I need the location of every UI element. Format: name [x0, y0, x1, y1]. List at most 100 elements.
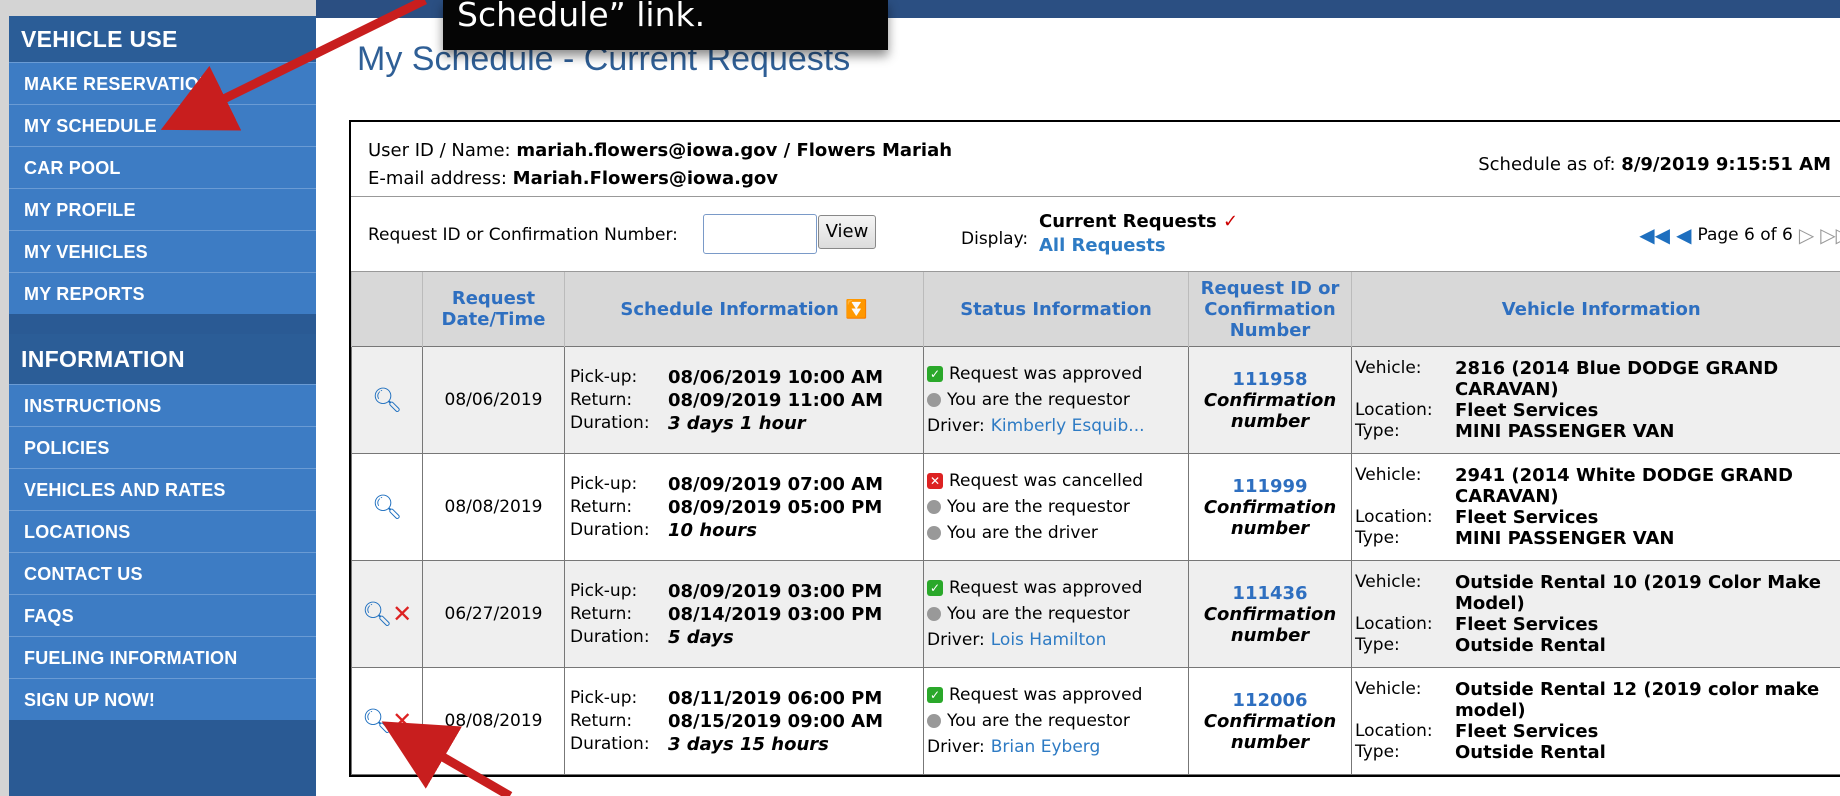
sidebar-item-make-reservation[interactable]: MAKE RESERVATION: [9, 62, 316, 104]
requestor-icon: [927, 500, 941, 514]
pickup-label: Pick-up:: [570, 580, 638, 601]
sidebar-item-sign-up-now[interactable]: SIGN UP NOW!: [9, 678, 316, 720]
pickup-label: Pick-up:: [570, 687, 638, 708]
view-button[interactable]: View: [818, 215, 876, 249]
vehicle-value: 2941 (2014 White DODGE GRAND CARAVAN): [1455, 465, 1793, 507]
schedule-as-of-label: Schedule as of:: [1478, 154, 1622, 175]
type-label: Type:: [1355, 635, 1400, 655]
return-value: 08/09/2019 05:00 PM: [668, 496, 883, 518]
requestor-text: You are the requestor: [947, 390, 1130, 410]
check-icon: ✓: [927, 687, 943, 703]
sidebar-item-my-schedule[interactable]: MY SCHEDULE: [9, 104, 316, 146]
duration-label: Duration:: [570, 519, 650, 540]
sidebar-item-vehicles-and-rates[interactable]: VEHICLES AND RATES: [9, 468, 316, 510]
type-value: MINI PASSENGER VAN: [1455, 421, 1675, 442]
schedule-info: Pick-up: 08/09/2019 07:00 AM Return: 08/09…: [564, 453, 924, 561]
view-details-icon[interactable]: 🔍︎: [362, 707, 392, 735]
table-row: 🔍︎✕ 08/08/2019 Pick-up: 08/11/2019 06:00 …: [351, 667, 1840, 775]
vehicle-use-heading: VEHICLE USE: [9, 16, 316, 62]
cancel-request-icon[interactable]: ✕: [392, 707, 412, 735]
sidebar-item-contact-us[interactable]: CONTACT US: [9, 552, 316, 594]
sidebar-item-locations[interactable]: LOCATIONS: [9, 510, 316, 552]
driver-line: Driver: Kimberly Esquib...: [924, 413, 1188, 439]
view-details-icon[interactable]: 🔍︎: [362, 600, 392, 628]
driver-link[interactable]: Kimberly Esquib...: [991, 413, 1145, 439]
table-row: 🔍︎ 08/08/2019 Pick-up: 08/09/2019 07:00 A…: [351, 453, 1840, 561]
sidebar-item-my-reports[interactable]: MY REPORTS: [9, 272, 316, 314]
sidebar-item-policies[interactable]: POLICIES: [9, 426, 316, 468]
driver-text: You are the driver: [947, 523, 1098, 543]
view-details-icon[interactable]: 🔍︎: [372, 493, 402, 521]
status-line: ✕ Request was cancelled: [924, 468, 1188, 494]
requestor-text: You are the requestor: [947, 604, 1130, 624]
header-request-date[interactable]: Request Date/Time: [422, 272, 565, 347]
request-id: 112006 Confirmation number: [1188, 667, 1352, 775]
request-date: 08/08/2019: [422, 453, 565, 561]
location-label: Location:: [1355, 614, 1433, 634]
schedule-info: Pick-up: 08/09/2019 03:00 PM Return: 08/14…: [564, 560, 924, 668]
pickup-value: 08/09/2019 07:00 AM: [668, 473, 884, 495]
request-date: 08/06/2019: [422, 346, 565, 454]
sidebar-item-fueling-information[interactable]: FUELING INFORMATION: [9, 636, 316, 678]
type-value: MINI PASSENGER VAN: [1455, 528, 1675, 549]
check-icon: ✓: [927, 366, 943, 382]
instruction-callout: Schedule” link.: [443, 0, 888, 50]
sidebar-item-my-vehicles[interactable]: MY VEHICLES: [9, 230, 316, 272]
row-actions: 🔍︎✕: [351, 667, 423, 775]
last-page-icon[interactable]: ▷▷: [1820, 223, 1840, 247]
request-id-link[interactable]: 111958: [1189, 369, 1351, 390]
driver-link[interactable]: Lois Hamilton: [991, 627, 1107, 653]
cancel-request-icon[interactable]: ✕: [392, 600, 412, 628]
schedule-panel: User ID / Name: mariah.flowers@iowa.gov …: [349, 120, 1840, 777]
status-line: ✓ Request was approved: [924, 361, 1188, 387]
sidebar-item-faqs[interactable]: FAQS: [9, 594, 316, 636]
request-id-link[interactable]: 112006: [1189, 690, 1351, 711]
sidebar-item-my-profile[interactable]: MY PROFILE: [9, 188, 316, 230]
requests-table: Request Date/Time Schedule Information ⏬…: [351, 272, 1840, 775]
header-schedule[interactable]: Schedule Information ⏬: [564, 272, 924, 347]
header-vehicle[interactable]: Vehicle Information: [1351, 272, 1840, 347]
driver-link[interactable]: Brian Eyberg: [991, 734, 1101, 760]
schedule-as-of-value: 8/9/2019 9:15:51 AM: [1621, 154, 1831, 175]
sidebar-item-car-pool[interactable]: CAR POOL: [9, 146, 316, 188]
driver-line: Driver: Lois Hamilton: [924, 627, 1188, 653]
user-id-value: mariah.flowers@iowa.gov / Flowers Mariah: [516, 140, 953, 161]
all-requests-link[interactable]: All Requests: [1039, 235, 1166, 256]
header-status[interactable]: Status Information: [923, 272, 1189, 347]
pickup-value: 08/06/2019 10:00 AM: [668, 366, 884, 388]
first-page-icon[interactable]: ◀◀: [1639, 223, 1670, 247]
duration-label: Duration:: [570, 626, 650, 647]
schedule-info: Pick-up: 08/06/2019 10:00 AM Return: 08/09…: [564, 346, 924, 454]
prev-page-icon[interactable]: ◀: [1676, 223, 1691, 247]
view-details-icon[interactable]: 🔍︎: [372, 386, 402, 414]
request-id-link[interactable]: 111999: [1189, 476, 1351, 497]
email-value: Mariah.Flowers@iowa.gov: [512, 168, 778, 189]
sidebar-item-instructions[interactable]: INSTRUCTIONS: [9, 384, 316, 426]
request-date: 08/08/2019: [422, 667, 565, 775]
table-row: 🔍︎ 08/06/2019 Pick-up: 08/06/2019 10:00 A…: [351, 346, 1840, 454]
lookup-input[interactable]: [703, 214, 817, 254]
pickup-value: 08/09/2019 03:00 PM: [668, 580, 883, 602]
driver-line: Driver: Brian Eyberg: [924, 734, 1188, 760]
request-id: 111436 Confirmation number: [1188, 560, 1352, 668]
status-info: ✕ Request was cancelled You are the reque…: [923, 453, 1189, 561]
pickup-label: Pick-up:: [570, 473, 638, 494]
request-id-link[interactable]: 111436: [1189, 583, 1351, 604]
schedule-as-of: Schedule as of: 8/9/2019 9:15:51 AM: [1478, 154, 1831, 175]
sidebar-spacer: [9, 720, 316, 780]
vehicle-value: Outside Rental 10 (2019 Color Make Model…: [1455, 572, 1821, 614]
return-label: Return:: [570, 710, 633, 731]
requestor-text: You are the requestor: [947, 497, 1130, 517]
controls-row: Request ID or Confirmation Number: View …: [351, 197, 1840, 272]
next-page-icon[interactable]: ▷: [1799, 223, 1814, 247]
user-id-label: User ID / Name:: [368, 140, 517, 161]
current-requests-option[interactable]: Current Requests ✓: [1039, 211, 1238, 232]
current-requests-label: Current Requests: [1039, 211, 1217, 232]
status-info: ✓ Request was approved You are the reques…: [923, 667, 1189, 775]
return-value: 08/15/2019 09:00 AM: [668, 710, 884, 732]
requestor-text: You are the requestor: [947, 711, 1130, 731]
vehicle-label: Vehicle:: [1355, 572, 1422, 592]
row-actions: 🔍︎: [351, 453, 423, 561]
confirmation-label: Confirmation number: [1203, 710, 1337, 753]
header-request-id[interactable]: Request ID or Confirmation Number: [1188, 272, 1352, 347]
